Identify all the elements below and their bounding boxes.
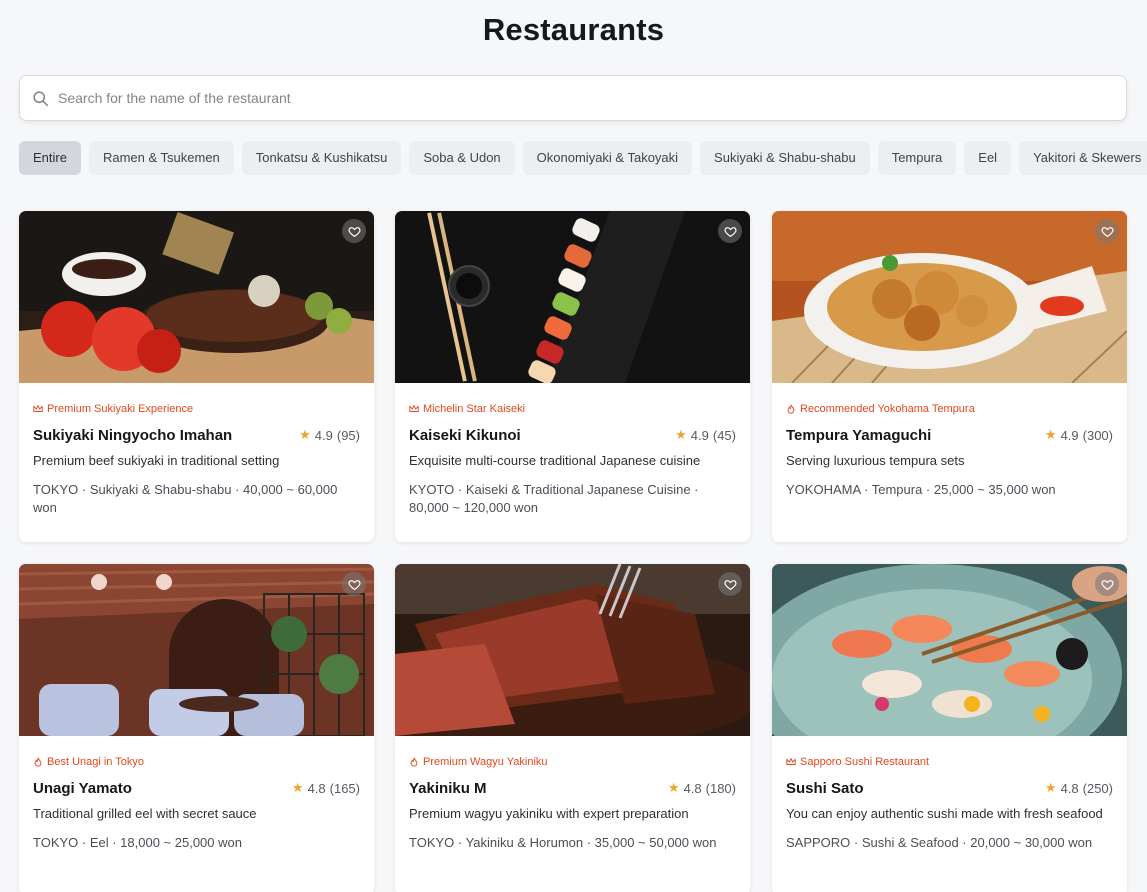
crown-icon [409,404,419,412]
restaurant-badge: Recommended Yokohama Tempura [786,402,1113,416]
star-icon: ★ [291,780,304,795]
category-chip-yakitori[interactable]: Yakitori & Skewers [1019,141,1147,175]
restaurant-description: Serving luxurious tempura sets [786,453,965,468]
rating-value: 4.9 [690,427,709,443]
search-icon [33,90,49,106]
restaurant-badge: Best Unagi in Tokyo [33,755,360,769]
heart-icon [723,579,737,590]
restaurant-card[interactable]: Best Unagi in Tokyo Unagi Yamato ★ 4.8 (16… [19,564,374,892]
restaurant-name[interactable]: Sushi Sato [786,780,864,797]
restaurant-meta: YOKOHAMA · Tempura · 25,000 ~ 35,000 won [786,482,1056,497]
category-chip-sukiyaki[interactable]: Sukiyaki & Shabu-shabu [700,141,870,175]
restaurant-badge: Premium Wagyu Yakiniku [409,755,736,769]
restaurant-photo [395,564,750,736]
rating-value: 4.9 [314,427,333,443]
rating: ★ 4.8 (165) [292,780,360,796]
favorite-button[interactable] [718,219,742,243]
restaurant-meta: KYOTO · Kaiseki & Traditional Japanese C… [409,482,699,515]
restaurant-card[interactable]: Premium Sukiyaki Experience Sukiyaki Nin… [19,211,374,542]
category-chip-ramen[interactable]: Ramen & Tsukemen [88,141,234,175]
category-chip-soba[interactable]: Soba & Udon [409,141,515,175]
heart-icon [347,579,361,590]
star-icon: ★ [1044,427,1057,442]
restaurant-meta: TOKYO · Sukiyaki & Shabu-shabu · 40,000 … [33,482,338,515]
badge-label: Sapporo Sushi Restaurant [800,756,930,768]
page-title: Restaurants [482,12,665,47]
favorite-button[interactable] [1095,572,1119,596]
review-count: (165) [329,780,360,796]
rating-value: 4.8 [683,780,702,796]
rating: ★ 4.8 (250) [1045,780,1113,796]
badge-label: Premium Wagyu Yakiniku [423,756,548,768]
restaurant-name[interactable]: Tempura Yamaguchi [786,427,931,444]
badge-label: Recommended Yokohama Tempura [800,403,975,415]
restaurant-photo [395,211,750,383]
crown-icon [33,404,43,412]
restaurant-name[interactable]: Unagi Yamato [33,780,132,797]
rating: ★ 4.9 (95) [299,427,360,443]
restaurant-meta: TOKYO · Eel · 18,000 ~ 25,000 won [33,835,242,850]
crown-icon [786,757,796,765]
review-count: (300) [1082,427,1113,443]
restaurant-description: You can enjoy authentic sushi made with … [786,806,1103,821]
heart-icon [1100,226,1114,237]
favorite-button[interactable] [342,219,366,243]
rating: ★ 4.9 (45) [675,427,736,443]
category-chip-entire[interactable]: Entire [19,141,81,175]
restaurant-description: Premium beef sukiyaki in traditional set… [33,453,280,468]
restaurant-badge: Sapporo Sushi Restaurant [786,755,1113,769]
badge-label: Premium Sukiyaki Experience [47,403,194,415]
restaurant-photo [772,211,1127,383]
restaurant-name[interactable]: Yakiniku M [409,780,487,797]
badge-label: Michelin Star Kaiseki [423,403,526,415]
restaurant-description: Exquisite multi-course traditional Japan… [409,453,701,468]
restaurant-card[interactable]: Michelin Star Kaiseki Kaiseki Kikunoi ★ 4… [395,211,750,542]
restaurant-name[interactable]: Kaiseki Kikunoi [409,427,521,444]
fire-icon [410,757,418,767]
star-icon: ★ [675,427,687,442]
restaurant-description: Premium wagyu yakiniku with expert prepa… [409,806,689,821]
star-icon: ★ [299,427,311,442]
rating-value: 4.9 [1060,427,1079,443]
rating: ★ 4.9 (300) [1045,427,1113,443]
review-count: (180) [705,780,736,796]
restaurant-card[interactable]: Recommended Yokohama Tempura Tempura Yam… [772,211,1127,542]
category-filter-bar: Entire Ramen & Tsukemen Tonkatsu & Kushi… [19,141,1147,175]
favorite-button[interactable] [718,572,742,596]
restaurant-badge: Premium Sukiyaki Experience [33,402,360,416]
fire-icon [787,404,795,414]
category-chip-eel[interactable]: Eel [964,141,1012,175]
review-count: (95) [336,427,360,443]
favorite-button[interactable] [1095,219,1119,243]
star-icon: ★ [1044,780,1057,795]
heart-icon [1100,579,1114,590]
restaurant-photo [19,211,374,383]
restaurant-badge: Michelin Star Kaiseki [409,402,736,416]
restaurant-name[interactable]: Sukiyaki Ningyocho Imahan [33,427,232,444]
search-input[interactable] [58,78,1098,118]
restaurant-description: Traditional grilled eel with secret sauc… [33,806,257,821]
restaurant-card[interactable]: Premium Wagyu Yakiniku Yakiniku M ★ 4.8 (1… [395,564,750,892]
star-icon: ★ [667,780,680,795]
favorite-button[interactable] [342,572,366,596]
restaurant-photo [772,564,1127,736]
restaurant-card[interactable]: Sapporo Sushi Restaurant Sushi Sato ★ 4.8… [772,564,1127,892]
category-chip-tonkatsu[interactable]: Tonkatsu & Kushikatsu [241,141,402,175]
heart-icon [723,226,737,237]
rating-value: 4.8 [307,780,326,796]
review-count: (250) [1082,780,1113,796]
search-box[interactable] [19,75,1127,121]
heart-icon [347,226,361,237]
rating: ★ 4.8 (180) [668,780,736,796]
category-chip-tempura[interactable]: Tempura [877,141,957,175]
fire-icon [34,757,42,767]
restaurant-photo [19,564,374,736]
review-count: (45) [712,427,736,443]
badge-label: Best Unagi in Tokyo [47,756,145,768]
restaurant-meta: TOKYO · Yakiniku & Horumon · 35,000 ~ 50… [409,835,717,850]
category-chip-okonomiyaki[interactable]: Okonomiyaki & Takoyaki [522,141,693,175]
restaurant-meta: SAPPORO · Sushi & Seafood · 20,000 ~ 30,… [786,835,1093,850]
rating-value: 4.8 [1060,780,1079,796]
